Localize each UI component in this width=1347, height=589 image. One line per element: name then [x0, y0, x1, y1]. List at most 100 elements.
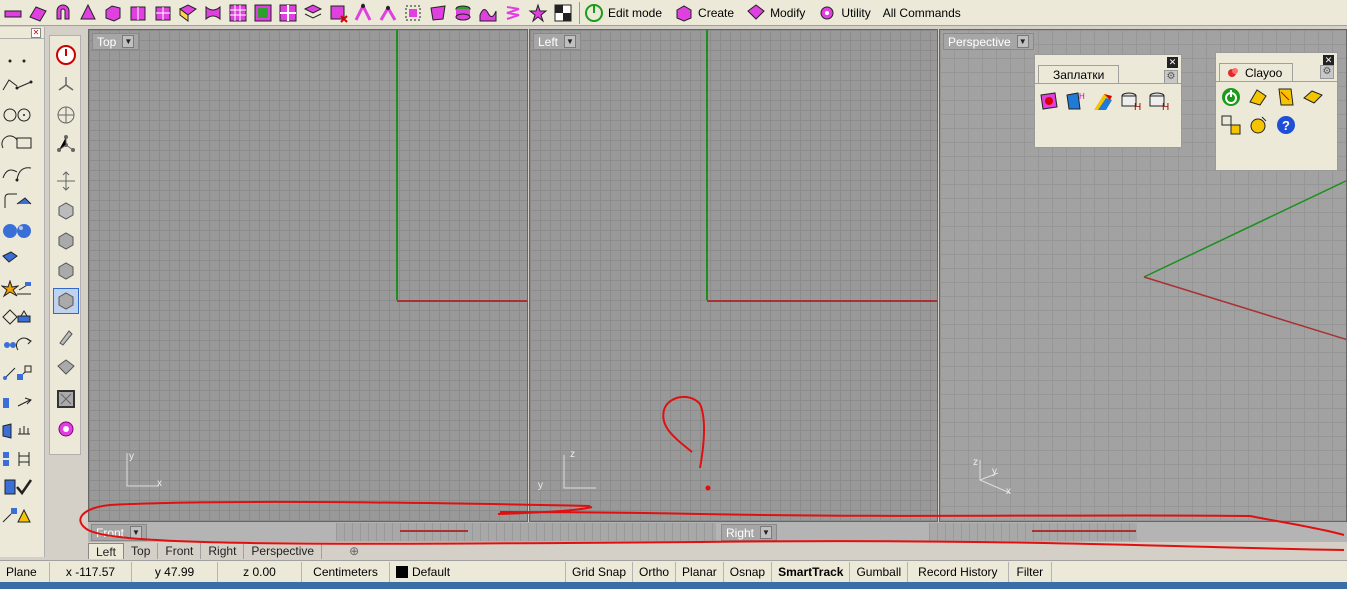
help-icon[interactable]: ?: [1274, 113, 1298, 137]
plane-icon[interactable]: [53, 354, 79, 380]
close-icon[interactable]: ✕: [1167, 57, 1178, 68]
light-icon[interactable]: [53, 324, 79, 350]
patch-icon[interactable]: [277, 2, 299, 24]
clayoo-sphere-icon[interactable]: [1246, 113, 1270, 137]
chevron-down-icon[interactable]: ▼: [130, 526, 143, 539]
dot-icon[interactable]: [14, 51, 34, 71]
twist-icon[interactable]: [202, 2, 224, 24]
ribbon-icon[interactable]: [177, 2, 199, 24]
surface-icon[interactable]: [27, 2, 49, 24]
rectangle-icon[interactable]: [14, 133, 34, 153]
magnet-icon[interactable]: [52, 2, 74, 24]
lock-icon[interactable]: [14, 421, 34, 441]
fill-icon[interactable]: [14, 505, 34, 525]
cplane-field[interactable]: Plane: [0, 561, 50, 582]
grid-surface-icon[interactable]: [227, 2, 249, 24]
viewport-top[interactable]: Top ▼ y x: [88, 29, 528, 522]
viewport-left-label[interactable]: Left ▼: [533, 33, 582, 50]
ellipse-icon[interactable]: [14, 105, 34, 125]
tab-right[interactable]: Right: [201, 543, 245, 559]
cube-split-icon[interactable]: [127, 2, 149, 24]
patch-h-icon[interactable]: H: [1063, 89, 1087, 113]
gear-icon[interactable]: ⚙: [1164, 70, 1178, 84]
move-icon[interactable]: [14, 307, 34, 327]
symmetry-icon[interactable]: [377, 2, 399, 24]
viewport-perspective-label[interactable]: Perspective ▼: [943, 33, 1034, 50]
viewport-top-label[interactable]: Top ▼: [92, 33, 140, 50]
pipe-icon[interactable]: [2, 2, 24, 24]
cone-icon[interactable]: [77, 2, 99, 24]
viewport-right-label[interactable]: Right ▼: [721, 524, 778, 541]
checker-icon[interactable]: [552, 2, 574, 24]
layer-field[interactable]: Default: [390, 561, 566, 582]
clayoo-surface-icon[interactable]: [1301, 85, 1325, 109]
toggle-smarttrack[interactable]: SmartTrack: [772, 561, 851, 582]
tab-perspective[interactable]: Perspective: [244, 543, 323, 559]
toggle-planar[interactable]: Planar: [676, 561, 724, 582]
rotate-icon[interactable]: [14, 335, 34, 355]
create-button[interactable]: Create: [674, 3, 734, 23]
chevron-down-icon[interactable]: ▼: [564, 35, 577, 48]
view-cube-side-icon[interactable]: [53, 258, 79, 284]
toggle-record-history[interactable]: Record History: [908, 561, 1009, 582]
gear-icon[interactable]: ⚙: [1320, 65, 1334, 79]
rainbow-patch-icon[interactable]: [1091, 89, 1115, 113]
chevron-down-icon[interactable]: ▼: [760, 526, 773, 539]
box-icon[interactable]: [102, 2, 124, 24]
check-icon[interactable]: [14, 477, 34, 497]
cube-icon[interactable]: [152, 2, 174, 24]
chevron-down-icon[interactable]: ▼: [122, 35, 135, 48]
network-icon[interactable]: [327, 2, 349, 24]
gumball-icon[interactable]: [53, 72, 79, 98]
frame-icon[interactable]: [53, 386, 79, 412]
stop-icon[interactable]: [53, 42, 79, 68]
chevron-down-icon[interactable]: ▼: [1016, 35, 1029, 48]
spring-icon[interactable]: [502, 2, 524, 24]
tab-front[interactable]: Front: [158, 543, 202, 559]
units-field[interactable]: Centimeters: [302, 561, 390, 582]
clayoo-modify-icon[interactable]: [1274, 85, 1298, 109]
settings-gear-icon[interactable]: [53, 416, 79, 442]
toggle-filter[interactable]: Filter: [1009, 561, 1053, 582]
flow-icon[interactable]: [352, 2, 374, 24]
cylinder-h-icon[interactable]: H: [1119, 89, 1143, 113]
edit-mode-button[interactable]: Edit mode: [584, 3, 662, 23]
drum-icon[interactable]: [452, 2, 474, 24]
view-cube-icon[interactable]: [53, 198, 79, 224]
tab-top[interactable]: Top: [124, 543, 159, 559]
panel-zaplatki-tab[interactable]: Заплатки: [1038, 65, 1120, 83]
add-tab-icon[interactable]: ⊕: [342, 543, 366, 559]
join-icon[interactable]: [14, 363, 34, 383]
view-cube-front-icon[interactable]: [53, 228, 79, 254]
viewport-front-label[interactable]: Front ▼: [91, 524, 148, 541]
clayoo-create-icon[interactable]: [1246, 85, 1270, 109]
toggle-grid-snap[interactable]: Grid Snap: [566, 561, 634, 582]
patch-blend-icon[interactable]: [1037, 89, 1061, 113]
extrude-icon[interactable]: [14, 191, 34, 211]
interp-curve-icon[interactable]: [14, 163, 34, 183]
utility-button[interactable]: Utility: [817, 3, 871, 23]
stars-icon[interactable]: [527, 2, 549, 24]
modify-button[interactable]: Modify: [746, 3, 805, 23]
connect-icon[interactable]: [53, 132, 79, 158]
layers-icon[interactable]: [302, 2, 324, 24]
mesh-icon[interactable]: [0, 249, 20, 269]
analyze-icon[interactable]: [14, 449, 34, 469]
dimension-icon[interactable]: [14, 279, 34, 299]
array-icon[interactable]: [14, 393, 34, 413]
line-icon[interactable]: [14, 75, 34, 95]
cage-icon[interactable]: [402, 2, 424, 24]
cylinder-h2-icon[interactable]: H: [1147, 89, 1171, 113]
panel-clayoo-tab[interactable]: Clayoo: [1219, 63, 1294, 81]
solid-sphere-icon[interactable]: [14, 221, 34, 241]
checkbox-surface-icon[interactable]: [252, 2, 274, 24]
clayoo-select-icon[interactable]: [1219, 113, 1243, 137]
viewport-left[interactable]: Left ▼ z y: [529, 29, 938, 522]
globe-icon[interactable]: [53, 102, 79, 128]
toggle-gumball[interactable]: Gumball: [850, 561, 909, 582]
toggle-ortho[interactable]: Ortho: [633, 561, 677, 582]
axes-icon[interactable]: [53, 168, 79, 194]
wave-icon[interactable]: [477, 2, 499, 24]
close-icon[interactable]: ✕: [31, 28, 41, 38]
toggle-osnap[interactable]: Osnap: [724, 561, 773, 582]
